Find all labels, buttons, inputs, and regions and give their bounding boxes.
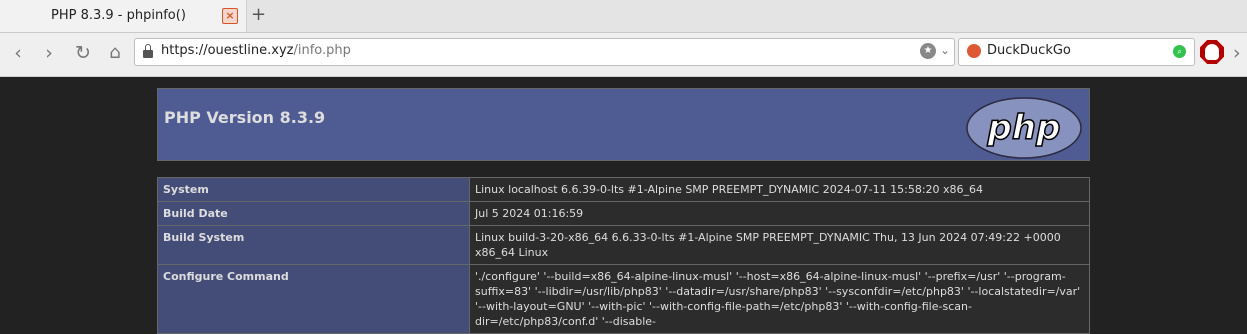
table-row: Build Date Jul 5 2024 01:16:59 [157,201,1090,226]
new-tab-icon[interactable]: + [251,4,266,26]
menu-overflow-icon[interactable]: › [1233,42,1241,64]
php-info-page: PHP Version 8.3.9 php System Linux local… [0,77,1247,334]
table-row: Build System Linux build-3-20-x86_64 6.6… [157,225,1090,265]
url-text[interactable]: https://ouestline.xyz/info.php [161,43,351,58]
browser-chrome: PHP 8.3.9 - phpinfo() × + ‹ › ↻ ⌂ https:… [0,0,1247,77]
php-logo-text: php [987,108,1061,148]
home-icon[interactable]: ⌂ [104,42,126,64]
back-icon[interactable]: ‹ [7,42,29,64]
row-key: Build Date [157,201,470,226]
row-value: Jul 5 2024 01:16:59 [469,201,1090,226]
row-value: Linux localhost 6.6.39-0-lts #1-Alpine S… [469,177,1090,202]
table-row: System Linux localhost 6.6.39-0-lts #1-A… [157,177,1090,202]
php-info-table: System Linux localhost 6.6.39-0-lts #1-A… [157,177,1090,334]
dropdown-chevron-icon[interactable]: ⌄ [940,43,950,57]
lock-icon [143,44,153,58]
row-value: Linux build-3-20-x86_64 6.6.33-0-lts #1-… [469,225,1090,265]
url-host: https://ouestline.xyz [161,43,294,58]
navigation-bar: ‹ › ↻ ⌂ https://ouestline.xyz/info.php ★… [0,33,1247,77]
row-key: System [157,177,470,202]
php-header: PHP Version 8.3.9 php [157,88,1090,161]
tab-bar: PHP 8.3.9 - phpinfo() × + [0,0,1247,33]
close-tab-icon[interactable]: × [222,8,238,24]
address-bar[interactable]: https://ouestline.xyz/info.php ★ ⌄ [134,38,955,66]
url-path: /info.php [293,43,351,58]
active-tab[interactable]: PHP 8.3.9 - phpinfo() × [0,0,247,32]
row-key: Build System [157,225,470,265]
search-box[interactable]: DuckDuckGo ⌕ [958,38,1195,66]
reload-icon[interactable]: ↻ [72,42,94,64]
php-version-title: PHP Version 8.3.9 [164,108,326,127]
php-logo-icon: php [966,97,1082,159]
row-key: Configure Command [157,264,470,334]
tab-title: PHP 8.3.9 - phpinfo() [51,8,186,23]
bookmark-star-icon[interactable]: ★ [920,43,936,59]
duckduckgo-icon [967,44,981,58]
search-engine-name: DuckDuckGo [987,43,1071,58]
table-row: Configure Command './configure' '--build… [157,264,1090,334]
forward-icon[interactable]: › [38,42,60,64]
search-go-icon[interactable]: ⌕ [1173,45,1186,58]
row-value: './configure' '--build=x86_64-alpine-lin… [469,264,1090,334]
ublock-origin-icon[interactable] [1200,40,1224,64]
